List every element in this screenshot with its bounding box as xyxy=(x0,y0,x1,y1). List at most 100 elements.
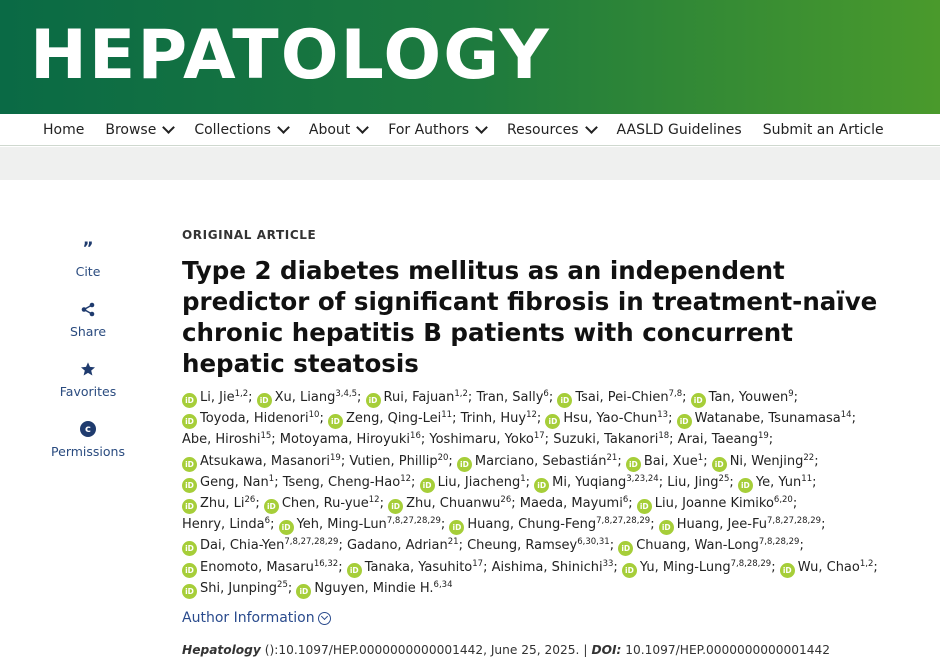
author-name[interactable]: iD Bai, Xue1 xyxy=(625,453,703,472)
orcid-icon[interactable]: iD xyxy=(449,520,465,536)
author-name[interactable]: iD Tanaka, Yasuhito17 xyxy=(346,559,483,578)
author-name[interactable]: iD Liu, Jiacheng1 xyxy=(419,475,526,493)
orcid-icon[interactable]: iD xyxy=(346,562,362,578)
orcid-icon[interactable]: iD xyxy=(658,520,674,536)
nav-item-home[interactable]: Home xyxy=(43,122,84,138)
author-name[interactable]: iD Wu, Chao1,2 xyxy=(779,559,873,578)
author-name[interactable]: Cheung, Ramsey6,30,31 xyxy=(467,538,610,553)
author-name[interactable]: Arai, Taeang19 xyxy=(678,432,769,447)
nav-item-aasld-guidelines[interactable]: AASLD Guidelines xyxy=(617,122,742,138)
nav-item-browse[interactable]: Browse xyxy=(105,121,176,138)
favorites-button[interactable]: Favorites xyxy=(40,358,136,399)
author-name[interactable]: iD Zhu, Chuanwu26 xyxy=(388,496,511,515)
author-name[interactable]: iD Chuang, Wan-Long7,8,28,29 xyxy=(618,538,799,557)
orcid-icon[interactable]: iD xyxy=(182,414,197,430)
orcid-icon[interactable]: iD xyxy=(557,393,573,408)
author-name[interactable]: iD Mi, Yuqiang3,23,24 xyxy=(534,475,659,493)
orcid-icon[interactable]: iD xyxy=(182,477,197,493)
orcid-icon[interactable]: iD xyxy=(182,541,197,557)
author-name[interactable]: iD Toyoda, Hidenori10 xyxy=(182,411,319,430)
author-name[interactable]: iD Yeh, Ming-Lun7,8,27,28,29 xyxy=(278,517,441,536)
orcid-icon[interactable]: iD xyxy=(419,477,435,493)
author-name[interactable]: iD Xu, Liang3,4,5 xyxy=(256,390,357,408)
share-button[interactable]: Share xyxy=(40,298,136,339)
author-name[interactable]: iD Nguyen, Mindie H.6,34 xyxy=(296,581,452,599)
affiliation-sup: 12 xyxy=(400,473,412,484)
author-name[interactable]: Motoyama, Hiroyuki16 xyxy=(280,432,421,447)
author-information-toggle[interactable]: Author Information xyxy=(182,610,902,626)
orcid-icon[interactable]: iD xyxy=(296,583,312,599)
nav-item-about[interactable]: About xyxy=(309,121,370,138)
author-name[interactable]: Tseng, Cheng-Hao12 xyxy=(283,475,411,490)
orcid-icon[interactable]: iD xyxy=(545,414,561,430)
orcid-icon[interactable]: iD xyxy=(256,393,272,408)
author-name-text: Ni, Wenjing xyxy=(729,453,804,469)
author-name[interactable]: Tran, Sally6 xyxy=(476,390,548,405)
nav-item-for-authors[interactable]: For Authors xyxy=(388,121,488,138)
orcid-icon[interactable]: iD xyxy=(676,414,692,430)
orcid-icon[interactable]: iD xyxy=(456,456,472,472)
author-name[interactable]: iD Yu, Ming-Lung7,8,28,29 xyxy=(621,559,771,578)
author-name[interactable]: iD Ni, Wenjing22 xyxy=(711,452,815,472)
orcid-icon[interactable]: iD xyxy=(388,499,404,515)
author-name[interactable]: iD Huang, Jee-Fu7,8,27,28,29 xyxy=(658,517,821,536)
author-name[interactable]: Abe, Hiroshi15 xyxy=(182,432,271,447)
permissions-button[interactable]: c Permissions xyxy=(40,418,136,459)
author-name-text: Tran, Sally xyxy=(476,390,544,405)
nav-item-resources[interactable]: Resources xyxy=(507,121,598,138)
author-name[interactable]: Henry, Linda6 xyxy=(182,517,270,532)
author-name[interactable]: Suzuki, Takanori18 xyxy=(553,432,669,447)
author-name[interactable]: iD Atsukawa, Masanori19 xyxy=(182,453,341,472)
author-name[interactable]: iD Watanabe, Tsunamasa14 xyxy=(676,411,852,430)
author-name[interactable]: iD Rui, Fajuan1,2 xyxy=(365,390,468,408)
author-name[interactable]: iD Li, Jie1,2 xyxy=(182,390,248,408)
journal-logo[interactable]: HEPATOLOGY xyxy=(30,16,551,96)
orcid-icon[interactable]: iD xyxy=(618,541,634,557)
main-nav: Home Browse Collections About For Authors Res… xyxy=(0,114,940,146)
author-name[interactable]: iD Hsu, Yao-Chun13 xyxy=(545,411,668,430)
orcid-icon[interactable]: iD xyxy=(636,499,652,515)
author-name[interactable]: iD Shi, Junping25 xyxy=(182,581,288,599)
author-name[interactable]: iD Marciano, Sebastián21 xyxy=(456,453,617,472)
orcid-icon[interactable]: iD xyxy=(779,562,795,578)
nav-item-submit-an-article[interactable]: Submit an Article xyxy=(763,122,884,138)
orcid-icon[interactable]: iD xyxy=(621,562,637,578)
author-name[interactable]: Trinh, Huy12 xyxy=(461,411,537,426)
author-information-label: Author Information xyxy=(182,610,315,627)
orcid-icon[interactable]: iD xyxy=(625,456,641,472)
author-name[interactable]: iD Zeng, Qing-Lei11 xyxy=(327,411,452,430)
cite-button[interactable]: ” Cite xyxy=(40,238,136,279)
author-name[interactable]: Yoshimaru, Yoko17 xyxy=(429,432,544,447)
author-name[interactable]: Vutien, Phillip20 xyxy=(349,453,448,468)
author-name[interactable]: Aishima, Shinichi33 xyxy=(492,559,614,574)
orcid-icon[interactable]: iD xyxy=(711,456,727,472)
author-name[interactable]: Maeda, Mayumi6 xyxy=(520,496,628,511)
affiliation-sup: 22 xyxy=(803,452,815,463)
author-name[interactable]: iD Chen, Ru-yue12 xyxy=(263,496,380,515)
author-name[interactable]: iD Ye, Yun11 xyxy=(737,475,812,493)
orcid-icon[interactable]: iD xyxy=(690,393,706,408)
author-name[interactable]: iD Tan, Youwen9 xyxy=(690,390,794,408)
nav-item-collections[interactable]: Collections xyxy=(194,121,290,138)
author-name[interactable]: Gadano, Adrian21 xyxy=(347,538,459,553)
orcid-icon[interactable]: iD xyxy=(278,520,294,536)
orcid-icon[interactable]: iD xyxy=(534,477,550,493)
author-name[interactable]: iD Enomoto, Masaru16,32 xyxy=(182,559,338,578)
author-name[interactable]: iD Liu, Joanne Kimiko6,20 xyxy=(636,496,793,515)
orcid-icon[interactable]: iD xyxy=(182,456,197,472)
orcid-icon[interactable]: iD xyxy=(263,499,279,515)
author-name[interactable]: iD Tsai, Pei-Chien7,8 xyxy=(557,390,682,408)
author-name[interactable]: iD Zhu, Li26 xyxy=(182,496,255,515)
author-name[interactable]: Liu, Jing25 xyxy=(667,475,729,490)
orcid-icon[interactable]: iD xyxy=(365,393,381,408)
orcid-icon[interactable]: iD xyxy=(182,499,197,515)
orcid-icon[interactable]: iD xyxy=(182,583,197,599)
orcid-icon[interactable]: iD xyxy=(327,414,343,430)
orcid-icon[interactable]: iD xyxy=(737,477,753,493)
author-name[interactable]: iD Huang, Chung-Feng7,8,27,28,29 xyxy=(449,517,650,536)
doi-value[interactable]: 10.1097/HEP.0000000000001442 xyxy=(621,643,830,657)
orcid-icon[interactable]: iD xyxy=(182,393,197,408)
orcid-icon[interactable]: iD xyxy=(182,562,197,578)
author-name[interactable]: iD Dai, Chia-Yen7,8,27,28,29 xyxy=(182,538,338,557)
author-name[interactable]: iD Geng, Nan1 xyxy=(182,475,274,493)
